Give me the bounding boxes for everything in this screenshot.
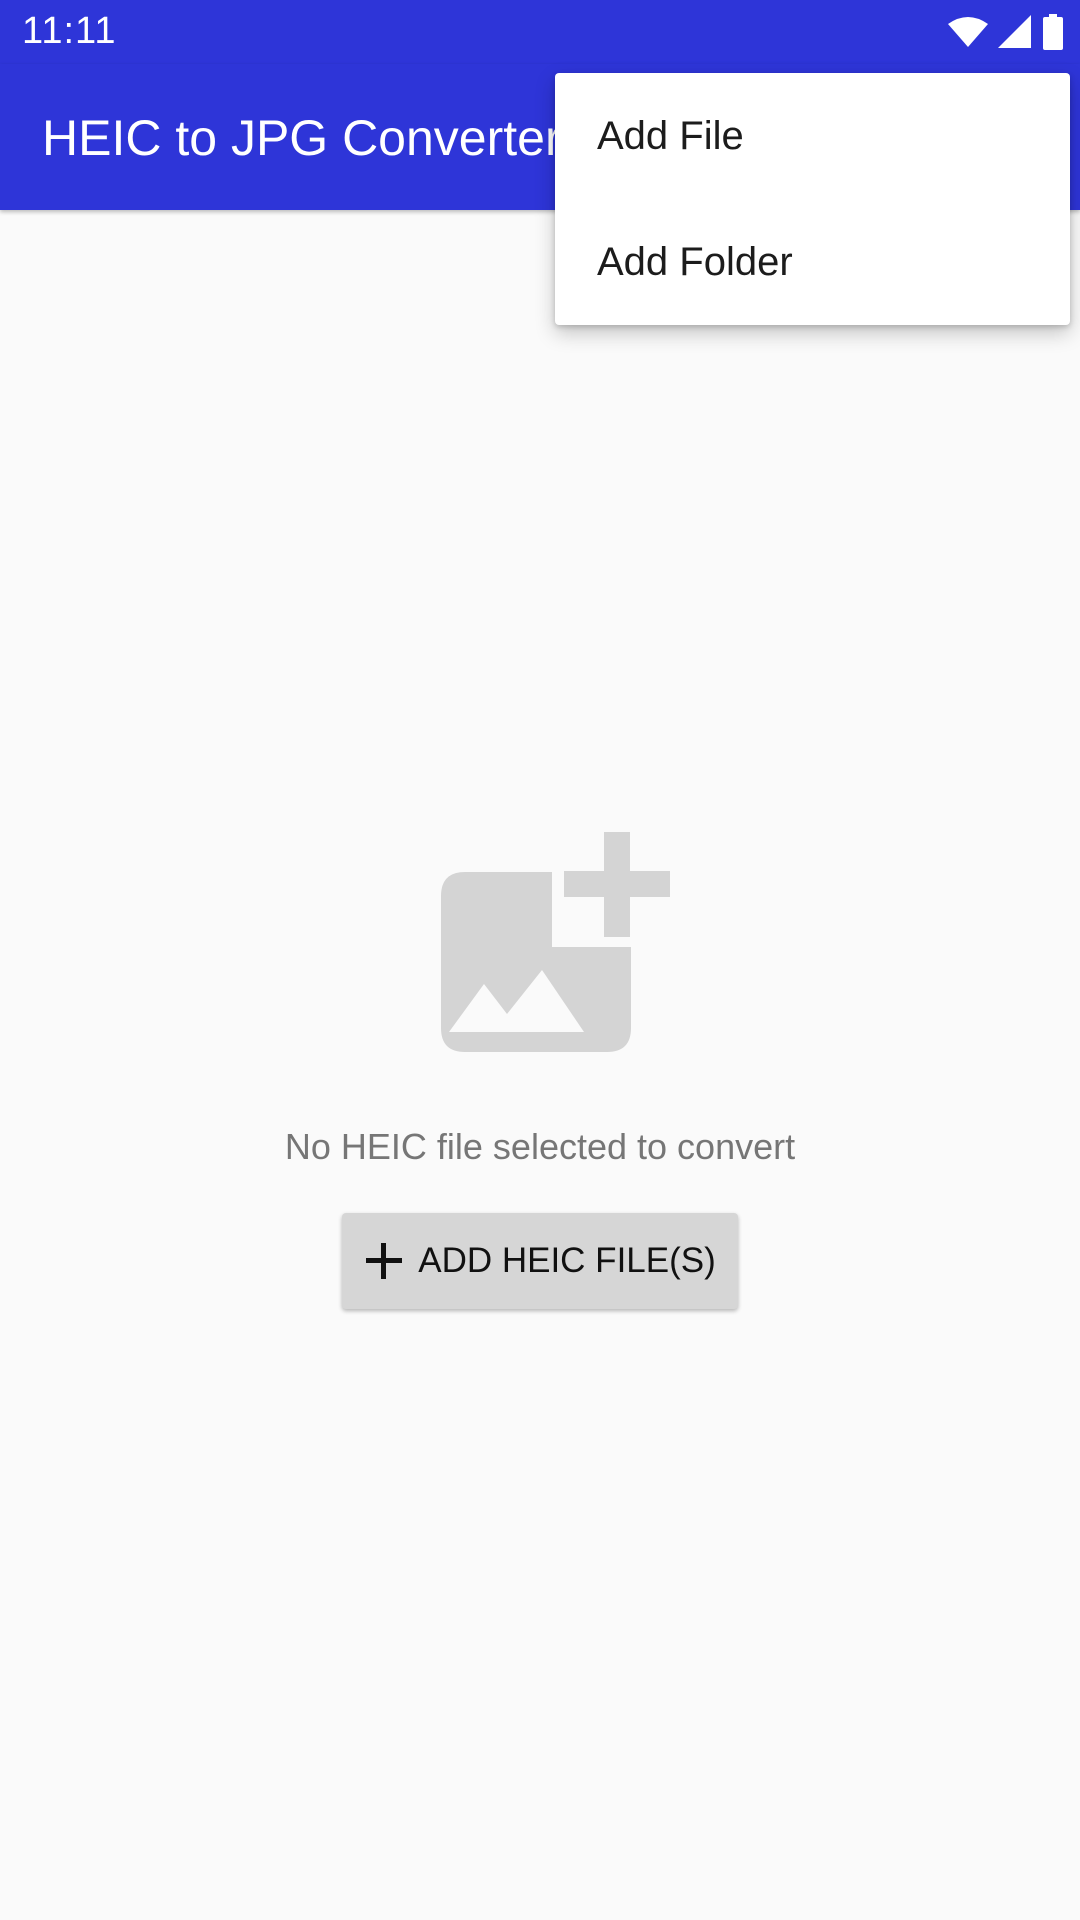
menu-item-add-file[interactable]: Add File — [555, 73, 1070, 199]
status-bar: 11:11 — [0, 0, 1080, 64]
app-title: HEIC to JPG Converter — [42, 110, 562, 166]
screen: 11:11 HEIC to JPG Converter No HEIC file… — [0, 0, 1080, 1920]
battery-icon — [1042, 14, 1064, 50]
add-button-label: ADD HEIC FILE(S) — [418, 1241, 716, 1280]
menu-item-add-folder[interactable]: Add Folder — [555, 199, 1070, 325]
wifi-icon — [948, 16, 988, 48]
empty-state-message: No HEIC file selected to convert — [284, 1126, 796, 1167]
add-heic-files-button[interactable]: ADD HEIC FILE(S) — [342, 1213, 738, 1309]
overflow-popup-menu: Add File Add Folder — [555, 73, 1070, 325]
plus-icon — [366, 1243, 403, 1279]
status-icons — [948, 12, 1064, 52]
add-image-icon — [441, 832, 670, 1052]
cell-signal-icon — [998, 15, 1032, 49]
status-time: 11:11 — [22, 10, 117, 52]
